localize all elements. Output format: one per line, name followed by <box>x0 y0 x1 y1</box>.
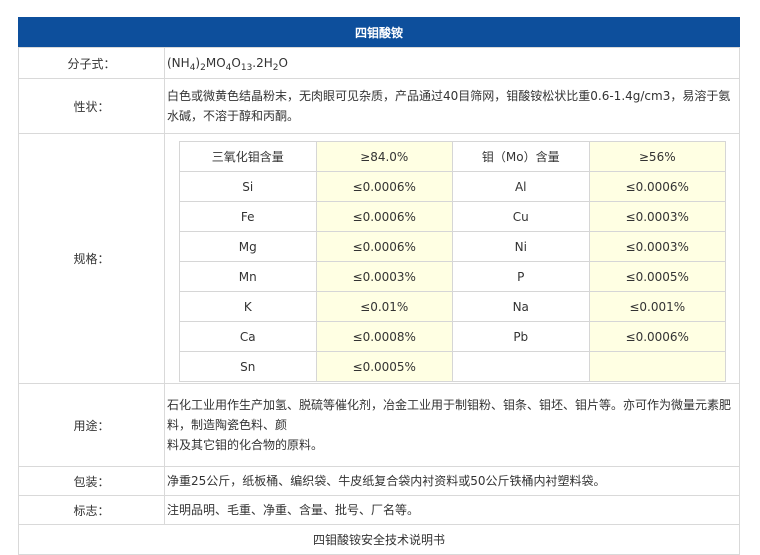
row-marking: 标志： 注明品明、毛重、净重、含量、批号、厂名等。 <box>18 495 740 525</box>
spec-cell: ≤0.0006% <box>315 171 453 202</box>
properties-label: 性状： <box>18 78 165 134</box>
spec-cell: ≤0.0006% <box>315 231 453 262</box>
safety-sheet-link[interactable]: 四钼酸铵安全技术说明书 <box>18 525 740 555</box>
spec-cell: ≤0.0003% <box>588 231 726 262</box>
spec-cell: Fe <box>179 201 317 232</box>
spec-cell: Cu <box>452 201 590 232</box>
marking-value: 注明品明、毛重、净重、含量、批号、厂名等。 <box>164 495 740 525</box>
spec-row: Fe ≤0.0006% Cu ≤0.0003% <box>179 201 726 232</box>
row-usage: 用途： 石化工业用作生产加氢、脱硫等催化剂，冶金工业用于制钼粉、钼条、钼坯、钼片… <box>18 383 740 467</box>
spec-cell: ≤0.001% <box>588 291 726 322</box>
spec-cell: ≤0.0005% <box>315 351 453 382</box>
spec-cell: 钼（Mo）含量 <box>452 141 590 172</box>
spec-cell: ≤0.0008% <box>315 321 453 352</box>
spec-cell: Sn <box>179 351 317 382</box>
spec-row: 三氧化钼含量 ≥84.0% 钼（Mo）含量 ≥56% <box>179 141 726 172</box>
formula-value: (NH4)2MO4O13.2H2O <box>164 47 740 79</box>
spec-cell: Pb <box>452 321 590 352</box>
spec-row: Si ≤0.0006% Al ≤0.0006% <box>179 171 726 202</box>
spec-row: Mn ≤0.0003% P ≤0.0005% <box>179 261 726 292</box>
spec-row: Sn ≤0.0005% <box>179 351 726 382</box>
spec-cell: ≤0.01% <box>315 291 453 322</box>
spec-cell: ≤0.0003% <box>315 261 453 292</box>
spec-label: 规格： <box>18 133 165 384</box>
row-packaging: 包装： 净重25公斤，纸板桶、编织袋、牛皮纸复合袋内衬资料或50公斤铁桶内衬塑料… <box>18 466 740 496</box>
row-formula: 分子式： (NH4)2MO4O13.2H2O <box>18 47 740 79</box>
row-properties: 性状： 白色或微黄色结晶粉末，无肉眼可见杂质，产品通过40目筛网，钼酸铵松状比重… <box>18 78 740 134</box>
product-table: 分子式： (NH4)2MO4O13.2H2O 性状： 白色或微黄色结晶粉末，无肉… <box>18 47 740 525</box>
product-sheet: 四钼酸铵 分子式： (NH4)2MO4O13.2H2O 性状： 白色或微黄色结晶… <box>18 17 740 555</box>
spec-cell: 三氧化钼含量 <box>179 141 317 172</box>
spec-table: 三氧化钼含量 ≥84.0% 钼（Mo）含量 ≥56% Si ≤0.0006% Al ≤0.00… <box>179 141 726 382</box>
spec-cell <box>452 351 590 382</box>
spec-cell: Na <box>452 291 590 322</box>
spec-cell: ≤0.0003% <box>588 201 726 232</box>
spec-cell: ≥84.0% <box>315 141 453 172</box>
spec-cell: Ni <box>452 231 590 262</box>
spec-cell: ≤0.0006% <box>315 201 453 232</box>
spec-cell: Al <box>452 171 590 202</box>
packaging-value: 净重25公斤，纸板桶、编织袋、牛皮纸复合袋内衬资料或50公斤铁桶内衬塑料袋。 <box>164 466 740 496</box>
usage-value: 石化工业用作生产加氢、脱硫等催化剂，冶金工业用于制钼粉、钼条、钼坯、钼片等。亦可… <box>164 383 740 467</box>
spec-cell: ≤0.0006% <box>588 171 726 202</box>
spec-cell: ≤0.0005% <box>588 261 726 292</box>
spec-cell <box>588 351 726 382</box>
usage-label: 用途： <box>18 383 165 467</box>
spec-cell: ≥56% <box>588 141 726 172</box>
packaging-label: 包装： <box>18 466 165 496</box>
spec-cell: K <box>179 291 317 322</box>
row-spec: 规格： 三氧化钼含量 ≥84.0% 钼（Mo）含量 ≥56% Si ≤0.0006% Al ≤… <box>18 133 740 384</box>
spec-cell: Mn <box>179 261 317 292</box>
spec-row: Ca ≤0.0008% Pb ≤0.0006% <box>179 321 726 352</box>
spec-cell: P <box>452 261 590 292</box>
spec-cell: Si <box>179 171 317 202</box>
formula-label: 分子式： <box>18 47 165 79</box>
page-title: 四钼酸铵 <box>18 17 740 47</box>
spec-cell: Ca <box>179 321 317 352</box>
properties-value: 白色或微黄色结晶粉末，无肉眼可见杂质，产品通过40目筛网，钼酸铵松状比重0.6-… <box>164 78 740 134</box>
spec-row: Mg ≤0.0006% Ni ≤0.0003% <box>179 231 726 262</box>
marking-label: 标志： <box>18 495 165 525</box>
spec-cell: ≤0.0006% <box>588 321 726 352</box>
spec-cell: Mg <box>179 231 317 262</box>
spec-row: K ≤0.01% Na ≤0.001% <box>179 291 726 322</box>
